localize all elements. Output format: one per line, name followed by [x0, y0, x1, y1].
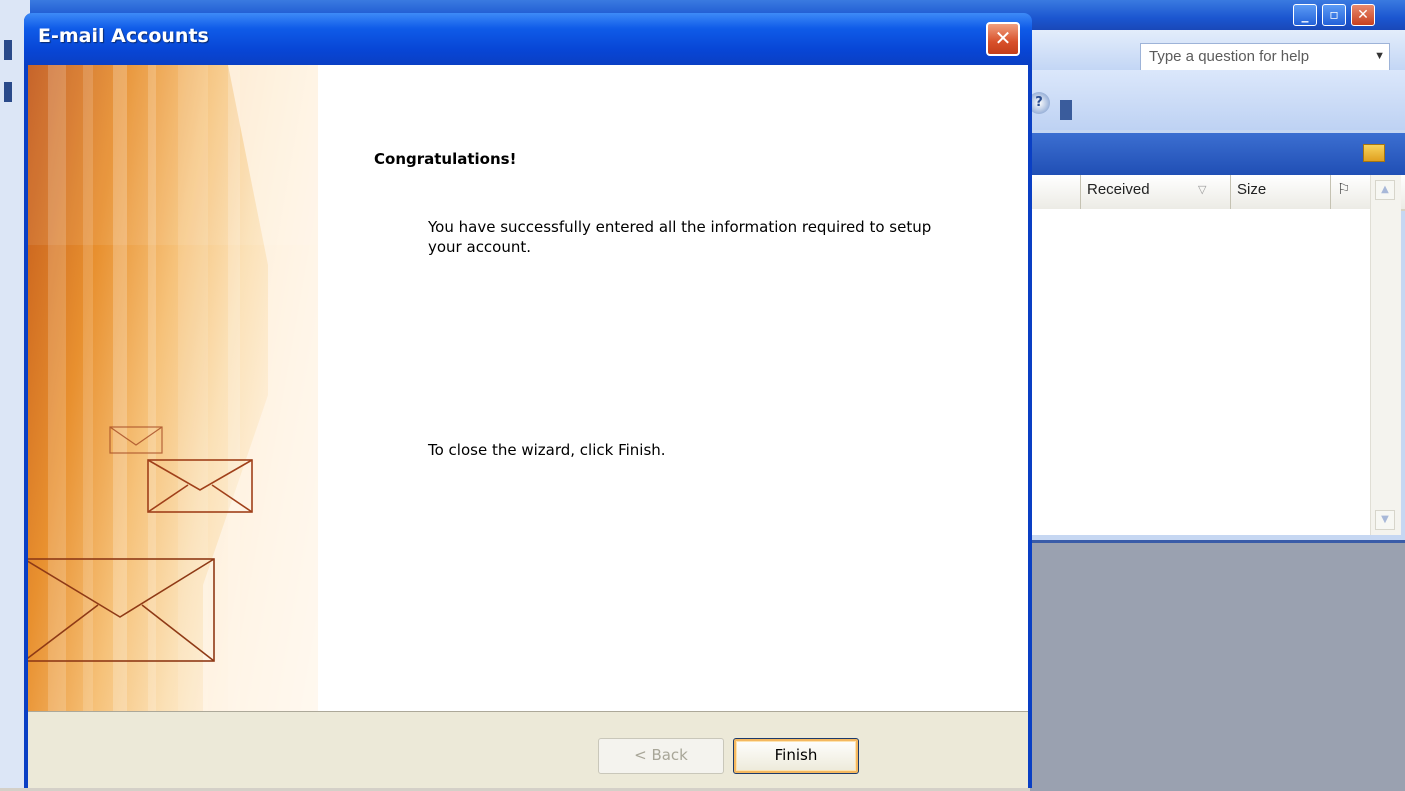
inbox-folder-icon [1363, 144, 1385, 162]
maximize-icon[interactable]: ▫ [1322, 4, 1346, 26]
column-size-label: Size [1237, 181, 1267, 198]
envelope-illustration-icon [28, 65, 318, 711]
column-received[interactable]: Received [1080, 175, 1230, 209]
wizard-footer: < Back Finish [28, 711, 1028, 788]
wizard-side-illustration [28, 65, 318, 711]
finish-button[interactable]: Finish [733, 738, 859, 774]
sort-arrow-icon: ▽ [1198, 184, 1207, 196]
success-message: You have successfully entered all the in… [428, 218, 932, 256]
dialog-title: E-mail Accounts [38, 25, 209, 47]
help-search-input[interactable]: Type a question for help ▼ [1140, 43, 1390, 71]
column-received-label: Received [1087, 181, 1150, 198]
dialog-body: Congratulations! You have successfully e… [28, 65, 1028, 788]
toolbar-grip-icon [4, 40, 12, 60]
close-icon: ✕ [994, 26, 1012, 50]
dialog-titlebar[interactable]: E-mail Accounts ✕ [24, 13, 1032, 65]
wizard-heading: Congratulations! [374, 150, 517, 168]
flag-column-icon[interactable]: ⚐ [1330, 175, 1370, 209]
column-size[interactable]: Size [1230, 175, 1330, 209]
close-instruction: To close the wizard, click Finish. [428, 441, 666, 459]
reading-pane [1030, 540, 1405, 791]
email-accounts-dialog: E-mail Accounts ✕ Congratulations! You h… [24, 13, 1032, 788]
close-icon[interactable]: ✕ [1351, 4, 1375, 26]
close-button[interactable]: ✕ [986, 22, 1020, 56]
message-list-scrollbar[interactable]: ▲ ▼ [1370, 175, 1401, 535]
back-button[interactable]: < Back [598, 738, 724, 774]
minimize-icon[interactable]: _ [1293, 4, 1317, 26]
scroll-up-icon[interactable]: ▲ [1375, 180, 1395, 200]
toolbar-grip-icon [4, 82, 12, 102]
toolbar-options-icon[interactable] [1060, 100, 1072, 120]
message-list[interactable] [1030, 209, 1370, 535]
message-list-header: Received ▽ Size ⚐ [1030, 175, 1405, 211]
help-search-placeholder: Type a question for help [1149, 48, 1310, 65]
inbox-header [1030, 133, 1405, 176]
scroll-down-icon[interactable]: ▼ [1375, 510, 1395, 530]
chevron-down-icon[interactable]: ▼ [1374, 47, 1385, 65]
wizard-content: Congratulations! You have successfully e… [318, 65, 1028, 711]
